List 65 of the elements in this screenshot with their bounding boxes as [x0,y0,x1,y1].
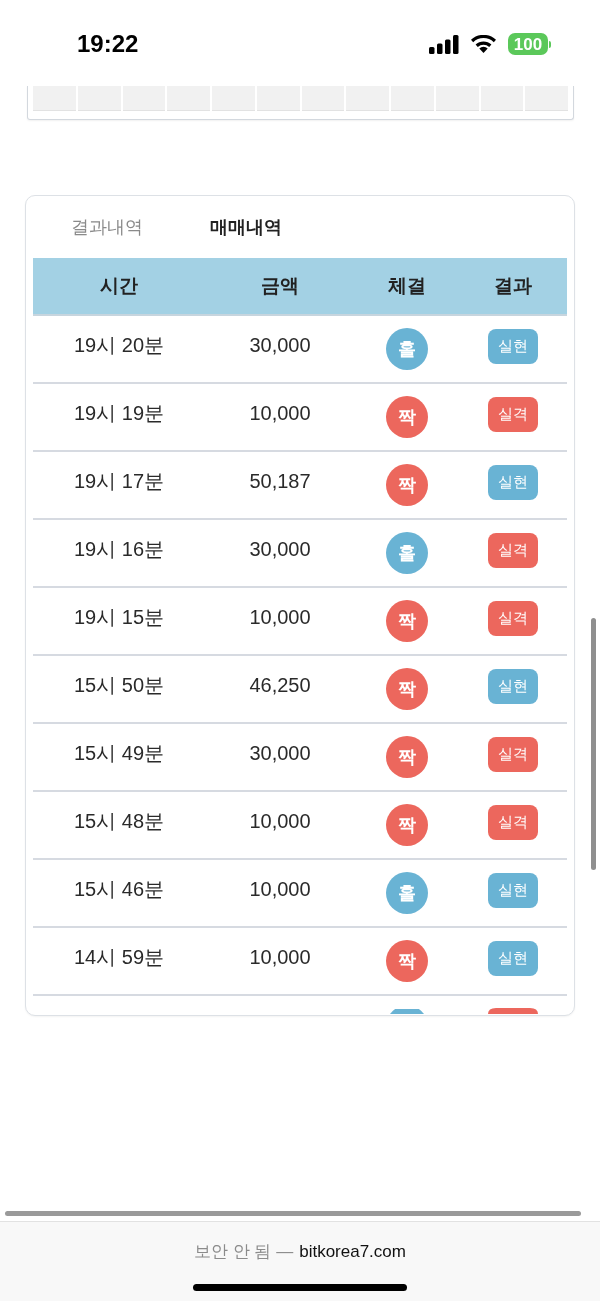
amount-text: 10,000 [249,401,311,426]
time-text: 19시 15분 [73,605,165,630]
amount-text: 30,000 [249,333,311,358]
column-header: 체결 [388,273,426,298]
strip-cell [525,86,568,111]
time-text: 15시 46분 [73,877,165,902]
time-text: 15시 50분 [73,673,165,698]
result-badge: 실현 [488,872,538,908]
choice-badge: 짝 [386,804,428,846]
strip-cell [301,86,345,111]
result-badge: 실격 [488,804,538,840]
url-text[interactable]: bitkorea7.com [299,1240,406,1264]
amount-text: 10,000 [249,809,311,834]
time-text: 15시 49분 [73,741,165,766]
amount-text: 30,000 [249,537,311,562]
time-text: 15시 48분 [73,809,165,834]
wifi-icon [471,35,496,53]
battery-indicator: 100 [508,33,551,55]
strip-cell [77,86,121,111]
strip-cell [256,86,300,111]
result-badge: 실격 [488,600,538,636]
amount-text: 10,000 [249,877,311,902]
choice-badge: 짝 [386,396,428,438]
security-label: 보안 안 됨 — [194,1241,294,1263]
time-text: 19시 17분 [73,469,165,494]
tab[interactable]: 매매내역 [196,205,296,249]
amount-text: 30,000 [249,741,311,766]
choice-badge: 짝 [386,600,428,642]
choice-badge: 짝 [386,736,428,778]
strip-cell [167,86,210,111]
result-badge: 실현 [488,668,538,704]
result-badge: 실격 [488,736,538,772]
time-text: 14시 59분 [73,945,165,970]
result-badge: 실현 [488,940,538,976]
amount-text: 10,000 [249,605,311,630]
choice-badge: 홀 [386,532,428,574]
amount-text: 46,250 [249,673,311,698]
time-text: 19시 20분 [73,333,165,358]
strip-cell [435,86,479,111]
choice-badge: 홀 [386,872,428,914]
choice-badge: 짝 [386,940,428,982]
amount-text: 10,000 [249,945,311,970]
time-text: 19시 16분 [73,537,165,562]
choice-badge: 홀 [386,328,428,370]
time-text: 19시 19분 [73,401,165,426]
choice-badge: 짝 [386,464,428,506]
column-header: 결과 [494,273,532,298]
vertical-scroll-bar[interactable] [591,618,596,870]
strip-cell [346,86,389,111]
amount-text: 50,187 [249,469,311,494]
strip-cell [212,86,255,111]
result-badge: 실현 [488,328,538,364]
result-badge: 실현 [488,464,538,500]
horizontal-scroll-bar[interactable] [5,1211,581,1216]
strip-cell [480,86,524,111]
result-badge: 실격 [488,532,538,568]
result-badge: 실격 [488,396,538,432]
strip-cell [122,86,166,111]
choice-badge: 짝 [386,668,428,710]
column-header: 시간 [100,273,138,298]
signal-icon [429,34,459,54]
column-header: 금액 [261,273,299,298]
clock-time: 19:22 [77,30,139,58]
strip-cell [391,86,434,111]
strip-cell [33,86,76,111]
